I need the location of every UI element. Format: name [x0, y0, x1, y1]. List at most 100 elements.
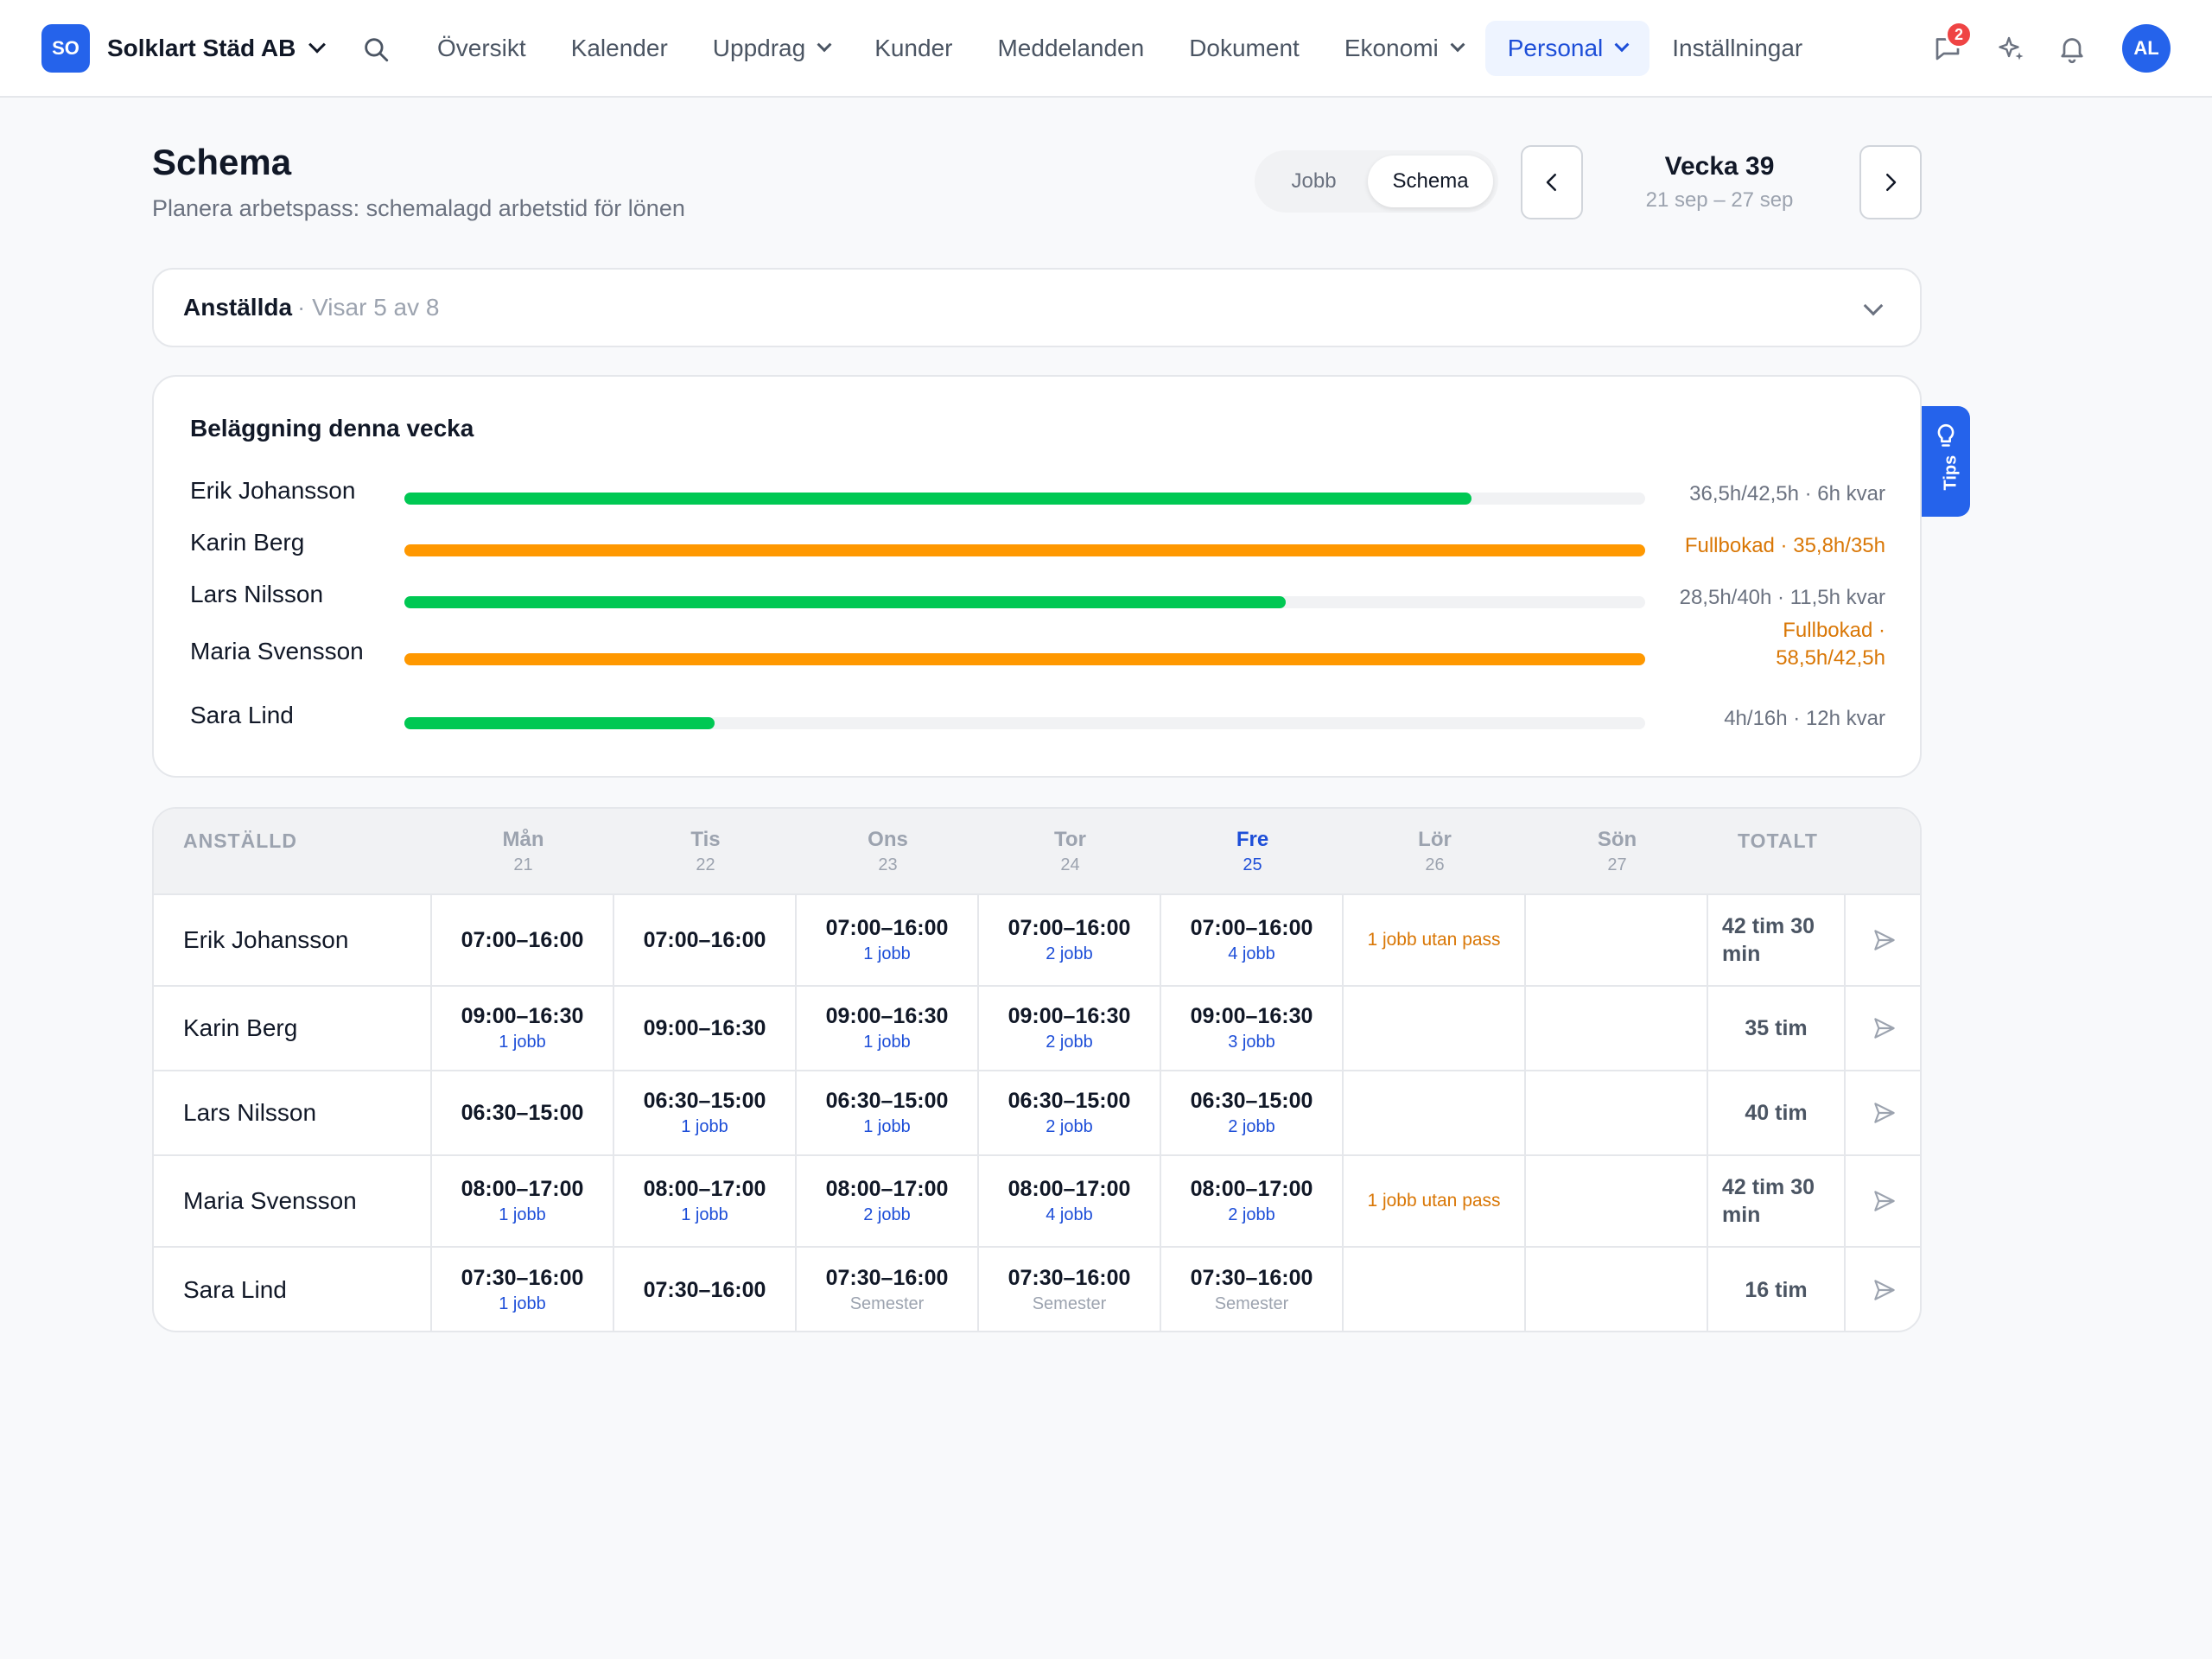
nav-link-ekonomi[interactable]: Ekonomi — [1322, 21, 1485, 76]
tips-tab[interactable]: Tips — [1922, 406, 1970, 517]
shift-cell[interactable]: 07:00–16:00 2 jobb — [979, 895, 1161, 985]
nav-link--versikt[interactable]: Översikt — [415, 21, 549, 76]
next-week-button[interactable] — [1859, 145, 1922, 219]
column-header-day: Sön 27 — [1526, 828, 1708, 875]
unscheduled-jobs-warning[interactable]: 1 jobb utan pass — [1367, 930, 1500, 950]
nav-link-uppdrag[interactable]: Uppdrag — [690, 21, 852, 76]
shift-cell[interactable]: 08:00–17:00 1 jobb — [432, 1156, 614, 1246]
shift-cell[interactable]: 1 jobb utan pass — [1344, 895, 1526, 985]
employee-name-cell[interactable]: Sara Lind — [154, 1248, 432, 1331]
shift-cell[interactable]: 06:30–15:00 — [432, 1071, 614, 1154]
shift-jobs-link[interactable]: 1 jobb — [863, 944, 911, 964]
shift-cell[interactable]: 08:00–17:00 2 jobb — [1161, 1156, 1344, 1246]
shift-cell[interactable] — [1526, 895, 1708, 985]
shift-cell[interactable]: 06:30–15:00 1 jobb — [614, 1071, 797, 1154]
nav-link-kalender[interactable]: Kalender — [549, 21, 690, 76]
shift-cell[interactable]: 06:30–15:00 1 jobb — [797, 1071, 979, 1154]
shift-jobs-link[interactable]: 2 jobb — [863, 1205, 911, 1225]
company-logo[interactable]: SO — [41, 24, 90, 73]
shift-cell[interactable]: 09:00–16:30 2 jobb — [979, 987, 1161, 1070]
toggle-jobb[interactable]: Jobb — [1260, 156, 1368, 207]
shift-cell[interactable] — [1526, 1156, 1708, 1246]
table-row: Sara Lind 07:30–16:00 1 jobb 07:30–16:00 07:… — [154, 1248, 1920, 1331]
bell-icon[interactable] — [2056, 33, 2088, 64]
employee-name-cell[interactable]: Lars Nilsson — [154, 1071, 432, 1154]
lightbulb-icon — [1937, 423, 1955, 447]
column-header-day: Mån 21 — [432, 828, 614, 875]
nav-link-personal[interactable]: Personal — [1484, 21, 1650, 76]
shift-jobs-link[interactable]: 2 jobb — [1228, 1205, 1275, 1225]
shift-cell[interactable]: 08:00–17:00 1 jobb — [614, 1156, 797, 1246]
shift-cell[interactable]: 07:00–16:00 — [614, 895, 797, 985]
shift-cell[interactable]: 06:30–15:00 2 jobb — [979, 1071, 1161, 1154]
shift-jobs-link[interactable]: 1 jobb — [499, 1294, 546, 1314]
shift-jobs-link[interactable]: 1 jobb — [499, 1033, 546, 1052]
employee-name-cell[interactable]: Karin Berg — [154, 987, 432, 1070]
total-hours-cell: 42 tim 30 min — [1708, 895, 1846, 985]
toggle-schema[interactable]: Schema — [1368, 156, 1493, 207]
shift-jobs-link[interactable]: 2 jobb — [1228, 1117, 1275, 1137]
shift-cell[interactable]: 08:00–17:00 4 jobb — [979, 1156, 1161, 1246]
nav-link-meddelanden[interactable]: Meddelanden — [975, 21, 1166, 76]
day-name: Sön — [1597, 828, 1637, 851]
shift-cell[interactable]: 09:00–16:30 — [614, 987, 797, 1070]
sparkles-icon[interactable] — [1996, 33, 2027, 64]
shift-jobs-link[interactable]: 2 jobb — [1046, 1117, 1093, 1137]
nav-link-label: Översikt — [437, 35, 526, 61]
send-schedule-button[interactable] — [1846, 987, 1920, 1070]
shift-cell[interactable]: 07:00–16:00 — [432, 895, 614, 985]
shift-cell[interactable]: 07:30–16:00 1 jobb — [432, 1248, 614, 1331]
occupancy-employee-name: Karin Berg — [190, 529, 305, 556]
shift-jobs-link[interactable]: 2 jobb — [1046, 1033, 1093, 1052]
shift-cell[interactable]: 07:00–16:00 4 jobb — [1161, 895, 1344, 985]
column-header-day: Tis 22 — [614, 828, 797, 875]
shift-cell[interactable] — [1526, 987, 1708, 1070]
shift-cell[interactable]: 07:00–16:00 1 jobb — [797, 895, 979, 985]
shift-cell[interactable]: 06:30–15:00 2 jobb — [1161, 1071, 1344, 1154]
nav-link-kunder[interactable]: Kunder — [852, 21, 975, 76]
occupancy-bar-track — [404, 717, 1645, 729]
shift-cell[interactable]: 07:30–16:00 Semester — [979, 1248, 1161, 1331]
shift-cell[interactable] — [1526, 1248, 1708, 1331]
shift-jobs-link[interactable]: 1 jobb — [681, 1117, 728, 1137]
shift-time: 06:30–15:00 — [461, 1100, 584, 1125]
employee-name-cell[interactable]: Maria Svensson — [154, 1156, 432, 1246]
employees-filter[interactable]: Anställda · Visar 5 av 8 — [152, 268, 1922, 347]
shift-cell[interactable] — [1344, 1071, 1526, 1154]
shift-cell[interactable]: 07:30–16:00 — [614, 1248, 797, 1331]
shift-jobs-link[interactable]: 1 jobb — [681, 1205, 728, 1225]
send-schedule-button[interactable] — [1846, 895, 1920, 985]
nav-link-label: Inställningar — [1672, 35, 1803, 61]
shift-jobs-link[interactable]: 3 jobb — [1228, 1033, 1275, 1052]
unscheduled-jobs-warning[interactable]: 1 jobb utan pass — [1367, 1191, 1500, 1211]
previous-week-button[interactable] — [1521, 145, 1583, 219]
shift-cell[interactable]: 07:30–16:00 Semester — [797, 1248, 979, 1331]
shift-cell[interactable]: 1 jobb utan pass — [1344, 1156, 1526, 1246]
search-icon[interactable] — [361, 35, 391, 64]
shift-cell[interactable] — [1344, 987, 1526, 1070]
company-switcher[interactable]: Solklart Städ AB — [107, 31, 327, 66]
employee-name-cell[interactable]: Erik Johansson — [154, 895, 432, 985]
shift-jobs-link[interactable]: 4 jobb — [1228, 944, 1275, 964]
shift-cell[interactable] — [1344, 1248, 1526, 1331]
shift-cell[interactable]: 09:00–16:30 1 jobb — [432, 987, 614, 1070]
nav-link-dokument[interactable]: Dokument — [1166, 21, 1322, 76]
shift-cell[interactable]: 07:30–16:00 Semester — [1161, 1248, 1344, 1331]
nav-link-inst-llningar[interactable]: Inställningar — [1649, 21, 1825, 76]
send-schedule-button[interactable] — [1846, 1071, 1920, 1154]
shift-jobs-link[interactable]: 1 jobb — [863, 1117, 911, 1137]
shift-cell[interactable]: 08:00–17:00 2 jobb — [797, 1156, 979, 1246]
shift-jobs-link[interactable]: 4 jobb — [1046, 1205, 1093, 1225]
shift-cell[interactable] — [1526, 1071, 1708, 1154]
shift-cell[interactable]: 09:00–16:30 3 jobb — [1161, 987, 1344, 1070]
shift-cell[interactable]: 09:00–16:30 1 jobb — [797, 987, 979, 1070]
day-name: Mån — [502, 828, 544, 851]
day-number: 27 — [1607, 855, 1627, 874]
shift-jobs-link[interactable]: 2 jobb — [1046, 944, 1093, 964]
total-hours-cell: 35 tim — [1708, 987, 1846, 1070]
shift-jobs-link[interactable]: 1 jobb — [499, 1205, 546, 1225]
send-schedule-button[interactable] — [1846, 1156, 1920, 1246]
shift-jobs-link[interactable]: 1 jobb — [863, 1033, 911, 1052]
user-avatar[interactable]: AL — [2122, 24, 2171, 73]
send-schedule-button[interactable] — [1846, 1248, 1920, 1331]
